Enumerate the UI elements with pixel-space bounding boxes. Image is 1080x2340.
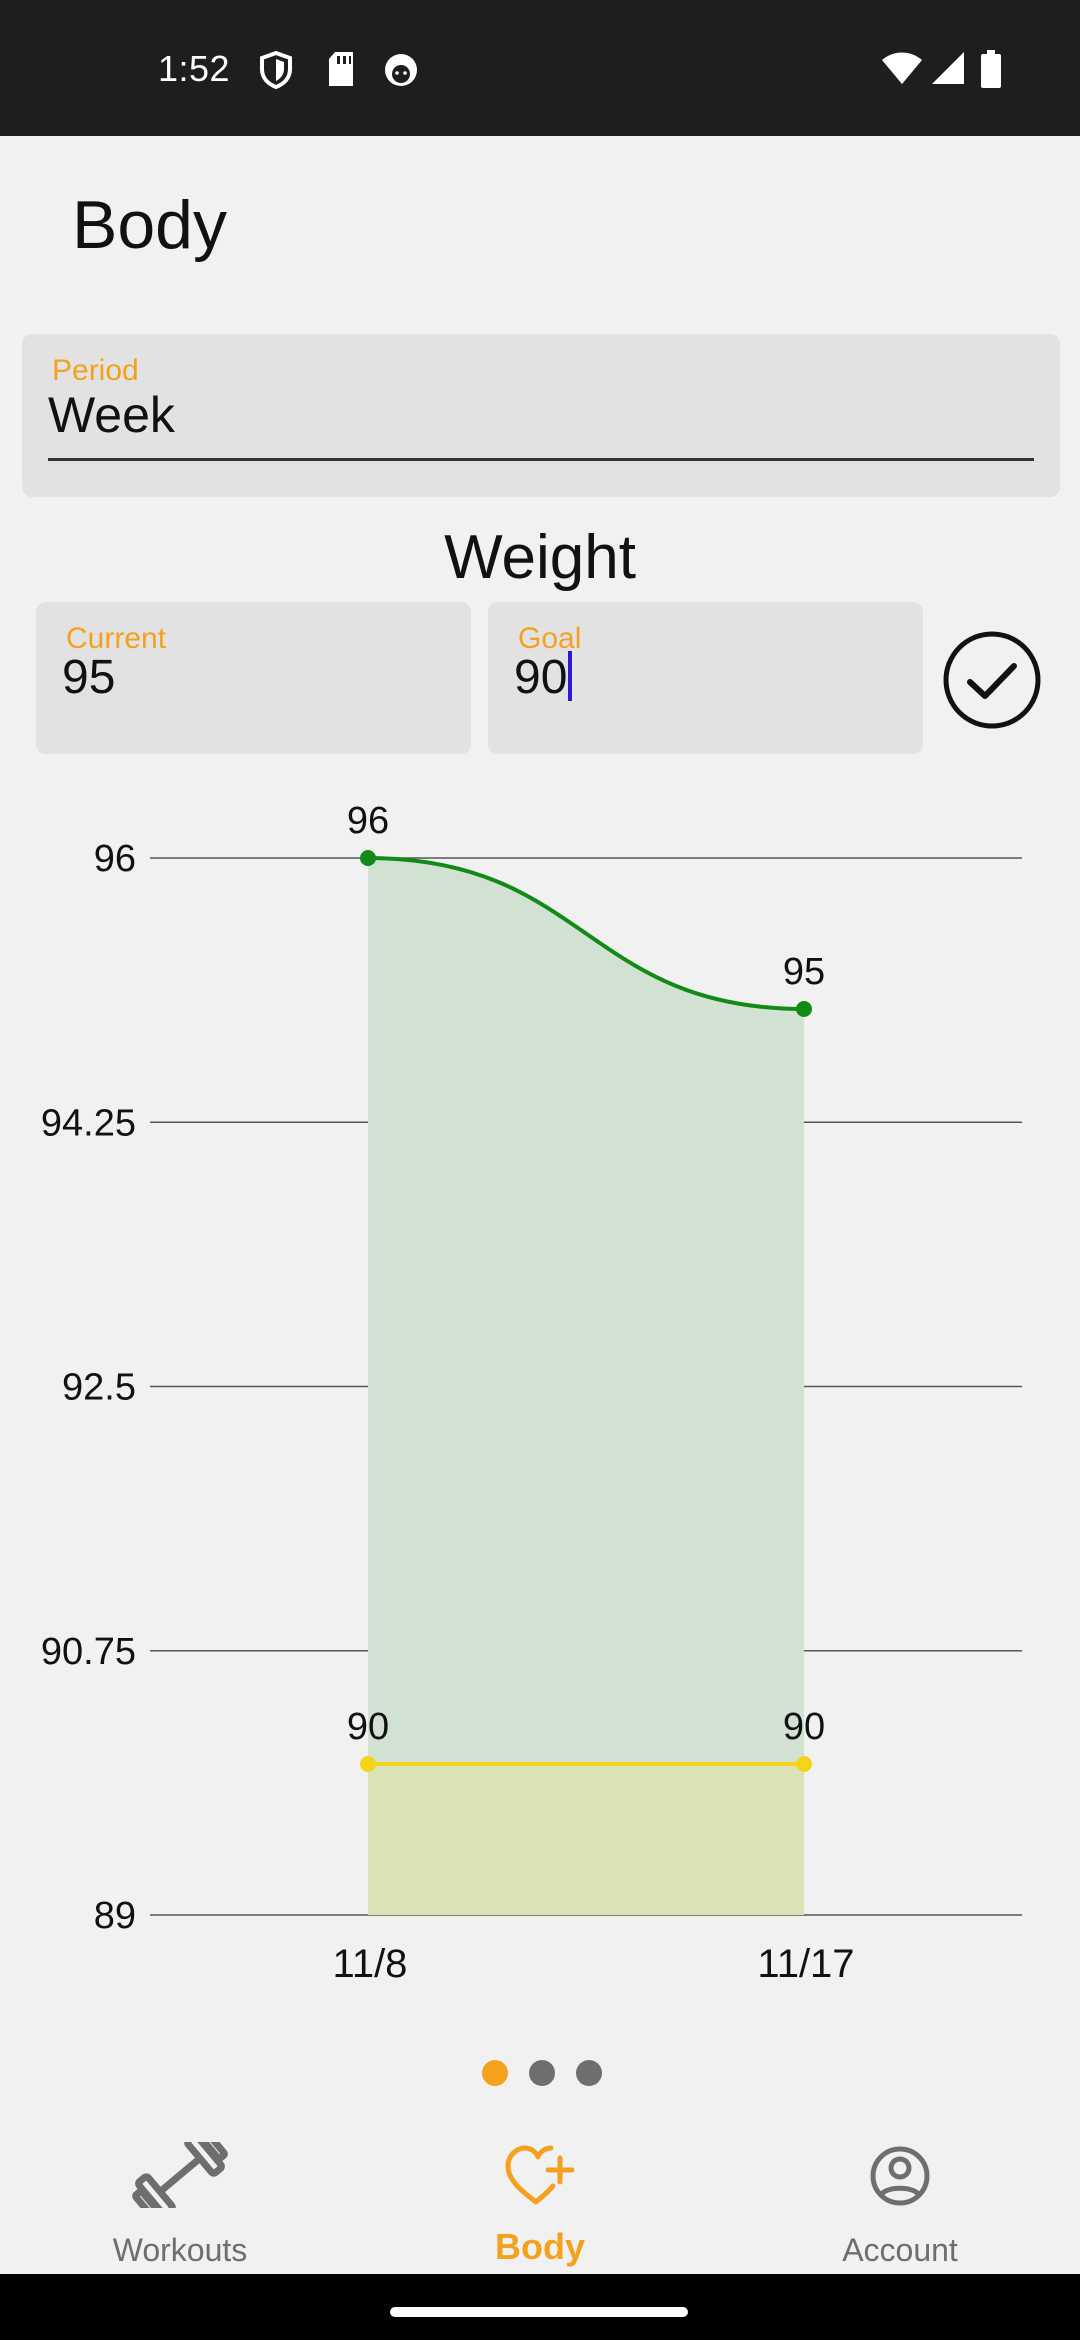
goal-value-wrap: 90 — [514, 650, 573, 705]
x-tick-label: 11/8 — [333, 1942, 408, 1986]
text-caret — [568, 651, 573, 701]
face-icon — [385, 54, 417, 86]
status-bar: 1:52 — [0, 0, 1080, 136]
current-weight-field[interactable]: Current 95 — [36, 602, 471, 754]
nav-body[interactable]: Body — [360, 2120, 720, 2274]
y-tick-label: 96 — [94, 838, 136, 880]
period-value: Week — [48, 387, 175, 443]
data-label: 90 — [347, 1706, 389, 1748]
wifi-icon — [882, 52, 922, 84]
data-label: 96 — [347, 800, 389, 842]
data-label: 95 — [783, 951, 825, 993]
shield-icon — [260, 50, 292, 90]
series-area — [368, 1764, 804, 1915]
y-tick-label: 90.75 — [41, 1631, 136, 1673]
current-value: 95 — [62, 651, 116, 704]
battery-icon — [981, 50, 1001, 88]
series-area — [368, 858, 804, 1915]
y-tick-label: 92.5 — [62, 1367, 136, 1409]
bottom-navigation: Workouts Body Account — [0, 2120, 1080, 2274]
checkmark-icon — [967, 663, 1017, 699]
status-time: 1:52 — [158, 48, 231, 89]
data-point — [796, 1001, 812, 1017]
nav-workouts-label: Workouts — [112, 2232, 248, 2268]
check-circle-icon — [943, 631, 1041, 729]
gesture-handle[interactable] — [390, 2307, 688, 2317]
period-underline — [48, 458, 1034, 461]
nav-body-label: Body — [495, 2226, 585, 2267]
goal-value: 90 — [514, 651, 568, 704]
period-select[interactable]: Period Week — [22, 334, 1060, 497]
weight-title: Weight — [444, 523, 636, 592]
heart-plus-icon — [505, 2145, 575, 2205]
data-label: 90 — [783, 1706, 825, 1748]
confirm-check-button[interactable] — [942, 630, 1042, 730]
y-tick-label: 89 — [94, 1895, 136, 1937]
nav-account[interactable]: Account — [720, 2120, 1080, 2274]
weight-chart: 96 94.25 92.5 90.75 89 96 95 90 90 11/8 11/17 — [41, 800, 1022, 1986]
page-dot[interactable] — [529, 2060, 555, 2086]
page-dot-active[interactable] — [482, 2060, 508, 2086]
account-circle-icon — [870, 2146, 930, 2206]
y-tick-label: 94.25 — [41, 1102, 136, 1144]
page-indicator — [0, 2060, 1080, 2090]
goal-weight-field[interactable]: Goal 90 — [488, 602, 923, 754]
x-tick-label: 11/17 — [757, 1942, 854, 1986]
data-point — [796, 1756, 812, 1772]
dumbbell-icon — [132, 2142, 228, 2208]
page-dot[interactable] — [576, 2060, 602, 2086]
sd-card-icon — [329, 52, 353, 86]
nav-account-label: Account — [842, 2232, 958, 2268]
data-point — [360, 1756, 376, 1772]
nav-workouts[interactable]: Workouts — [0, 2120, 360, 2274]
gesture-navigation-bar — [0, 2274, 1080, 2340]
signal-icon — [932, 52, 964, 84]
data-point — [360, 850, 376, 866]
page-title: Body — [72, 187, 227, 263]
period-label: Period — [52, 354, 139, 387]
